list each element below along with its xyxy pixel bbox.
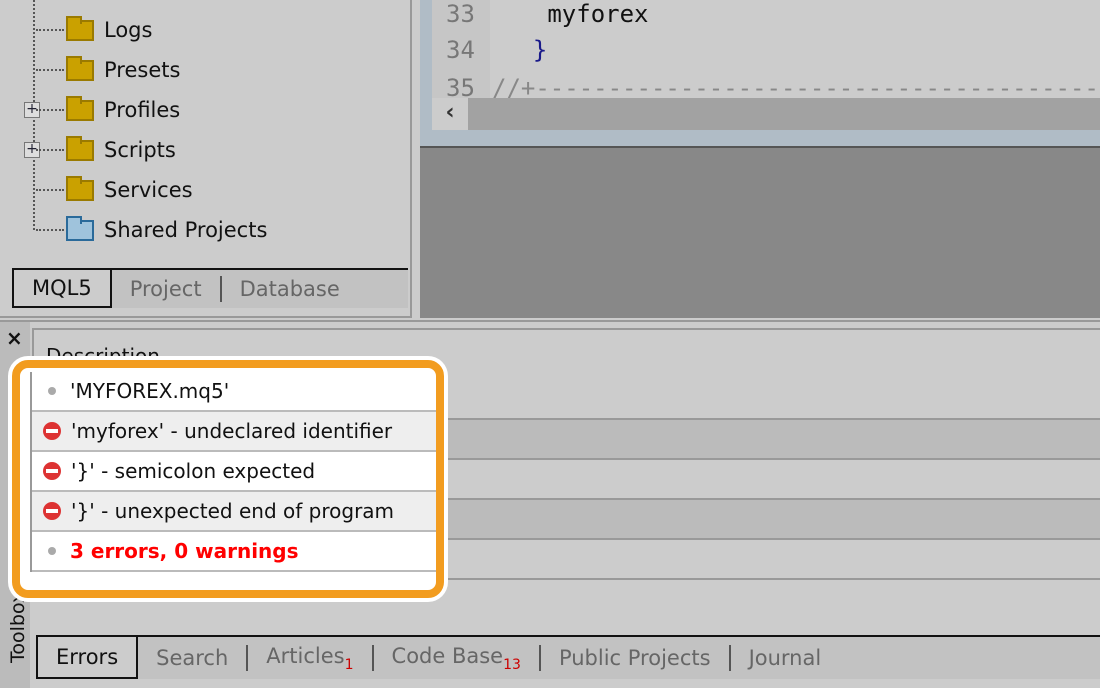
tree-item-services[interactable]: Services	[30, 170, 193, 210]
folder-icon	[66, 15, 94, 41]
tab-label: Search	[156, 646, 229, 670]
navigator-panel: Logs Presets + Profiles + Scripts Servic…	[0, 0, 412, 318]
message-row[interactable]: '}' - semicolon expected	[32, 452, 436, 492]
column-header: Description	[32, 328, 1100, 368]
tab-errors[interactable]: Errors	[36, 637, 139, 679]
shared-folder-icon	[66, 215, 94, 241]
tree-item-label: Shared Projects	[104, 218, 268, 242]
tab-label: Code Base	[391, 643, 504, 668]
error-icon	[43, 462, 61, 480]
tab-label: Journal	[748, 646, 822, 670]
navigator-tabs: MQL5 Project Database	[12, 268, 408, 308]
message-text: 'myforex' - undeclared identifier	[71, 419, 393, 443]
folder-icon	[66, 135, 94, 161]
tab-mql5[interactable]: MQL5	[12, 270, 112, 308]
empty-workspace	[420, 148, 1100, 318]
tab-search[interactable]: Search	[138, 646, 246, 670]
message-text: '}' - unexpected end of program	[71, 499, 395, 523]
tree-item-label: Logs	[104, 18, 153, 42]
tab-label: Articles	[266, 643, 345, 668]
code-editor: 33 myforex 34 } 35 //+------------------…	[420, 0, 1100, 148]
info-icon	[48, 387, 56, 395]
message-row[interactable]: 'myforex' - undeclared identifier	[32, 412, 436, 452]
scroll-left-button[interactable]: ‹	[432, 98, 468, 130]
folder-icon	[66, 175, 94, 201]
tree-item-label: Presets	[104, 58, 181, 82]
folder-icon	[66, 95, 94, 121]
tree-item-presets[interactable]: Presets	[30, 50, 180, 90]
error-icon	[43, 422, 61, 440]
code-area[interactable]: 33 myforex 34 } 35 //+------------------…	[432, 0, 1100, 102]
code-line: myforex	[504, 0, 649, 28]
tree-item-label: Services	[104, 178, 193, 202]
line-number: 33	[446, 0, 475, 28]
tab-project[interactable]: Project	[112, 277, 220, 301]
tree-item-shared-projects[interactable]: Shared Projects	[30, 210, 267, 250]
tree-item-scripts[interactable]: Scripts	[30, 130, 176, 170]
tab-label: Public Projects	[558, 646, 711, 670]
folder-icon	[66, 55, 94, 81]
code-line: }	[504, 36, 548, 64]
toolbox-tabs: Errors Search Articles1 Code Base13 Publ…	[36, 635, 1100, 679]
summary-text: 3 errors, 0 warnings	[70, 539, 299, 563]
tab-badge: 13	[503, 656, 521, 673]
close-icon[interactable]: ×	[6, 326, 23, 350]
tab-public-projects[interactable]: Public Projects	[541, 646, 729, 670]
tab-articles[interactable]: Articles1	[248, 644, 371, 673]
message-text: 'MYFOREX.mq5'	[70, 379, 230, 403]
tree-item-profiles[interactable]: Profiles	[30, 90, 180, 130]
message-row[interactable]: 3 errors, 0 warnings	[32, 532, 436, 572]
info-icon	[48, 547, 56, 555]
tree-item-label: Scripts	[104, 138, 176, 162]
horizontal-scrollbar[interactable]: ‹	[432, 98, 1100, 130]
line-number: 34	[446, 36, 475, 64]
tab-code-base[interactable]: Code Base13	[374, 644, 539, 673]
code-line: //+-------------------------------------…	[492, 74, 1100, 98]
error-icon	[43, 502, 61, 520]
highlight-box: 'MYFOREX.mq5' 'myforex' - undeclared ide…	[12, 360, 444, 598]
message-text: '}' - semicolon expected	[71, 459, 316, 483]
tab-journal[interactable]: Journal	[731, 646, 840, 670]
message-row[interactable]: 'MYFOREX.mq5'	[32, 372, 436, 412]
message-row[interactable]: '}' - unexpected end of program	[32, 492, 436, 532]
toolbox-panel: × Toolbox Description 'MYFOREX.mq5' 'myf…	[0, 320, 1100, 688]
tab-label: Errors	[56, 645, 119, 669]
tree-item-label: Profiles	[104, 98, 181, 122]
tab-badge: 1	[344, 656, 354, 673]
tree-item-logs[interactable]: Logs	[30, 10, 152, 50]
tab-database[interactable]: Database	[222, 277, 358, 301]
